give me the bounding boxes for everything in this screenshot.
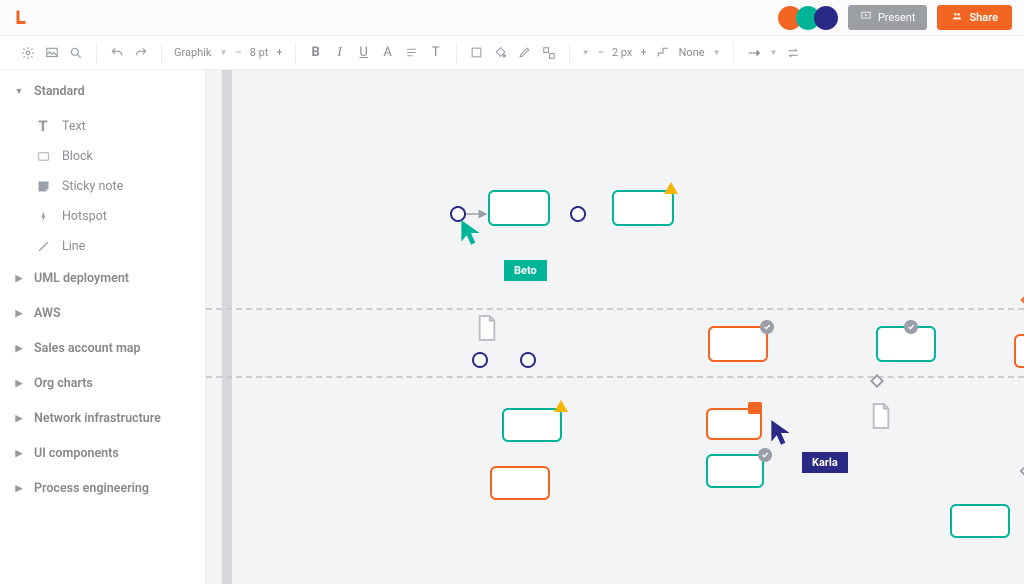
sidebar-item-sticky[interactable]: Sticky note bbox=[34, 171, 191, 201]
underline-button[interactable]: U bbox=[356, 45, 372, 61]
sidebar-category-process[interactable]: ▶Process engineering bbox=[14, 471, 191, 506]
font-size-value[interactable]: 8 pt bbox=[250, 46, 269, 59]
chevron-right-icon: ▶ bbox=[14, 414, 24, 424]
text-tool-icon[interactable]: T bbox=[428, 45, 444, 61]
bpmn-task[interactable] bbox=[708, 326, 768, 362]
bpmn-task[interactable] bbox=[488, 190, 550, 226]
collaborator-cursor-icon bbox=[458, 218, 484, 252]
check-badge-icon bbox=[760, 320, 774, 334]
avatar[interactable] bbox=[814, 6, 838, 30]
collaborator-cursor-label: Karla bbox=[802, 452, 848, 473]
font-size-increment[interactable]: + bbox=[276, 46, 282, 59]
present-label: Present bbox=[878, 11, 916, 24]
stroke-decrement[interactable]: − bbox=[598, 46, 604, 59]
fill-icon[interactable] bbox=[469, 45, 485, 61]
shapes-sidebar: ▼ Standard T Text Block Sticky note bbox=[0, 70, 206, 584]
sidebar-item-line[interactable]: Line bbox=[34, 231, 191, 261]
sidebar-item-label: Block bbox=[62, 149, 93, 164]
bpmn-task[interactable] bbox=[1014, 334, 1024, 368]
diagram-canvas[interactable]: Beto Karla Dax bbox=[206, 70, 1024, 584]
stroke-width-value[interactable]: 2 px bbox=[612, 46, 632, 59]
undo-icon[interactable] bbox=[109, 45, 125, 61]
pencil-icon[interactable] bbox=[517, 45, 533, 61]
bpmn-task[interactable] bbox=[950, 504, 1010, 538]
bpmn-task[interactable] bbox=[490, 466, 550, 500]
stroke-increment[interactable]: + bbox=[640, 46, 646, 59]
sidebar-section-standard[interactable]: ▼ Standard bbox=[14, 84, 191, 99]
present-button[interactable]: Present bbox=[848, 5, 928, 30]
line-style-select[interactable]: None bbox=[679, 46, 705, 59]
image-icon[interactable] bbox=[44, 45, 60, 61]
sidebar-category-uml[interactable]: ▶UML deployment bbox=[14, 261, 191, 296]
chevron-down-icon: ▼ bbox=[14, 86, 24, 97]
sidebar-category-aws[interactable]: ▶AWS bbox=[14, 296, 191, 331]
swimlane-divider bbox=[206, 308, 1024, 310]
sidebar-section-title: Standard bbox=[34, 84, 85, 99]
people-icon bbox=[951, 11, 963, 24]
hotspot-icon bbox=[34, 207, 52, 225]
connector-icon[interactable] bbox=[655, 45, 671, 61]
bpmn-start-event[interactable] bbox=[472, 352, 488, 368]
app-header: Present Share bbox=[0, 0, 1024, 36]
line-icon bbox=[34, 237, 52, 255]
sidebar-item-label: Text bbox=[62, 119, 86, 134]
document-icon[interactable] bbox=[870, 402, 892, 430]
italic-button[interactable]: I bbox=[332, 45, 348, 61]
search-icon[interactable] bbox=[68, 45, 84, 61]
connectors-layer bbox=[206, 70, 506, 220]
sidebar-category-network[interactable]: ▶Network infrastructure bbox=[14, 401, 191, 436]
font-size-decrement[interactable]: − bbox=[235, 46, 241, 59]
chevron-right-icon: ▶ bbox=[14, 484, 24, 494]
arrow-source-icon[interactable] bbox=[746, 45, 762, 61]
sidebar-item-block[interactable]: Block bbox=[34, 141, 191, 171]
sidebar-item-label: Sticky note bbox=[62, 179, 123, 194]
block-icon bbox=[34, 147, 52, 165]
bpmn-gateway[interactable] bbox=[1020, 294, 1024, 305]
sidebar-category-org[interactable]: ▶Org charts bbox=[14, 366, 191, 401]
play-icon bbox=[860, 11, 872, 24]
sidebar-category-ui[interactable]: ▶UI components bbox=[14, 436, 191, 471]
collaborator-avatars bbox=[784, 6, 838, 30]
share-button[interactable]: Share bbox=[937, 5, 1012, 30]
bpmn-task[interactable] bbox=[612, 190, 674, 226]
comment-badge-icon bbox=[748, 402, 762, 414]
warning-badge-icon bbox=[554, 400, 568, 412]
bold-button[interactable]: B bbox=[308, 45, 324, 61]
font-family-select[interactable]: Graphik bbox=[174, 46, 211, 59]
bucket-icon[interactable] bbox=[493, 45, 509, 61]
sidebar-category-sales[interactable]: ▶Sales account map bbox=[14, 331, 191, 366]
document-icon[interactable] bbox=[476, 314, 498, 342]
gear-icon[interactable] bbox=[20, 45, 36, 61]
swap-icon[interactable] bbox=[785, 45, 801, 61]
text-icon: T bbox=[34, 117, 52, 135]
format-toolbar: Graphik▼ − 8 pt + B I U A T ▼ − 2 px + bbox=[0, 36, 1024, 70]
chevron-right-icon: ▶ bbox=[14, 379, 24, 389]
bpmn-start-event[interactable] bbox=[520, 352, 536, 368]
sidebar-item-label: Hotspot bbox=[62, 209, 107, 224]
sidebar-item-hotspot[interactable]: Hotspot bbox=[34, 201, 191, 231]
collaborator-cursor-label: Beto bbox=[504, 260, 547, 281]
align-icon[interactable] bbox=[404, 45, 420, 61]
bpmn-task[interactable] bbox=[502, 408, 562, 442]
brand-logo-icon bbox=[12, 9, 30, 27]
sticky-note-icon bbox=[34, 177, 52, 195]
chevron-right-icon: ▶ bbox=[14, 274, 24, 284]
chevron-right-icon: ▶ bbox=[14, 309, 24, 319]
swimlane-divider bbox=[206, 376, 1024, 378]
collaborator-cursor-icon bbox=[768, 418, 794, 452]
text-color-icon[interactable]: A bbox=[380, 45, 396, 61]
sidebar-item-label: Line bbox=[62, 239, 85, 254]
redo-icon[interactable] bbox=[133, 45, 149, 61]
check-badge-icon bbox=[904, 320, 918, 334]
chevron-right-icon: ▶ bbox=[14, 344, 24, 354]
chevron-right-icon: ▶ bbox=[14, 449, 24, 459]
shapes-icon[interactable] bbox=[541, 45, 557, 61]
sidebar-item-text[interactable]: T Text bbox=[34, 111, 191, 141]
bpmn-gateway[interactable] bbox=[1019, 455, 1024, 486]
bpmn-task[interactable] bbox=[706, 454, 764, 488]
warning-badge-icon bbox=[664, 182, 678, 194]
share-label: Share bbox=[969, 11, 998, 24]
bpmn-start-event[interactable] bbox=[570, 206, 586, 222]
